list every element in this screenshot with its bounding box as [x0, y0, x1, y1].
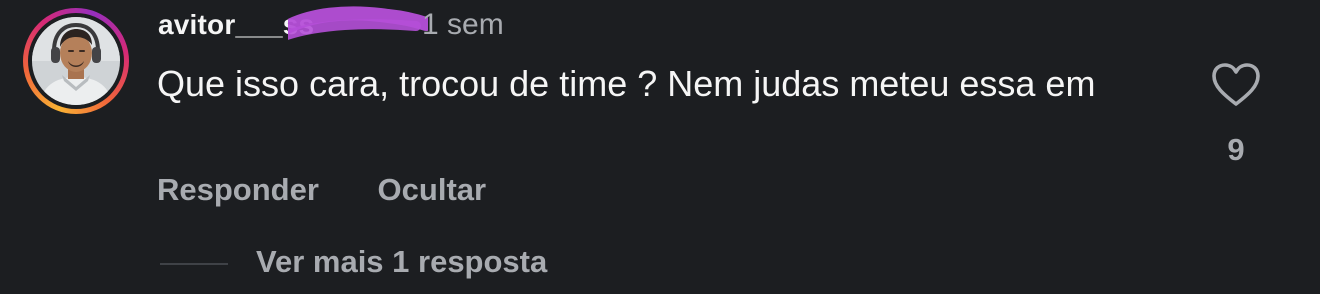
comment-text: Que isso cara, trocou de time ? Nem juda… [157, 63, 1096, 104]
comment-item: avitor___ss 1 sem Que isso cara, trocou … [0, 0, 1320, 294]
username-link[interactable]: avitor___ss [158, 9, 314, 41]
story-ring[interactable] [23, 8, 129, 114]
avatar[interactable] [32, 17, 120, 105]
reply-button[interactable]: Responder [157, 172, 319, 208]
comment-timestamp: 1 sem [422, 8, 504, 41]
replies-divider [160, 263, 228, 265]
like-count: 9 [1227, 132, 1245, 167]
heart-outline-icon [1212, 63, 1260, 106]
view-replies-label: Ver mais 1 resposta [256, 244, 548, 279]
comment-actions: Responder Ocultar [157, 172, 486, 208]
like-button[interactable] [1211, 62, 1261, 108]
user-avatar-photo [32, 17, 120, 105]
hide-button[interactable]: Ocultar [378, 172, 487, 208]
